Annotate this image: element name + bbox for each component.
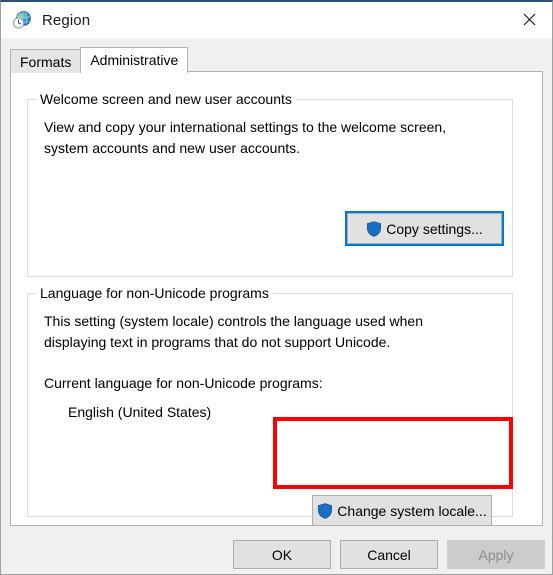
current-language-value: English (United States) bbox=[68, 404, 212, 420]
welcome-screen-description: View and copy your international setting… bbox=[44, 119, 447, 156]
cancel-button[interactable]: Cancel bbox=[340, 540, 438, 569]
tab-strip: Formats Administrative bbox=[10, 46, 189, 73]
uac-shield-icon bbox=[318, 502, 333, 519]
ok-button[interactable]: OK bbox=[233, 540, 331, 569]
tab-administrative-label: Administrative bbox=[90, 52, 179, 68]
change-system-locale-button[interactable]: Change system locale... bbox=[312, 495, 492, 526]
copy-settings-button-label: Copy settings... bbox=[386, 220, 483, 237]
group-language-non-unicode: Language for non-Unicode programs This s… bbox=[27, 285, 513, 526]
tab-administrative[interactable]: Administrative bbox=[80, 47, 189, 73]
uac-shield-icon bbox=[367, 220, 382, 237]
group-welcome-screen: Welcome screen and new user accounts Vie… bbox=[27, 91, 513, 277]
current-language-label: Current language for non-Unicode program… bbox=[44, 375, 323, 391]
tab-formats-label: Formats bbox=[20, 54, 72, 70]
cancel-button-label: Cancel bbox=[367, 546, 411, 563]
title-bar: Region bbox=[1, 2, 552, 38]
ok-button-label: OK bbox=[271, 546, 293, 563]
change-system-locale-button-label: Change system locale... bbox=[337, 502, 487, 519]
group-language-legend: Language for non-Unicode programs bbox=[36, 285, 273, 301]
language-description: This setting (system locale) controls th… bbox=[44, 313, 423, 350]
copy-settings-button[interactable]: Copy settings... bbox=[345, 211, 504, 246]
apply-button: Apply bbox=[447, 540, 545, 569]
region-globe-clock-icon bbox=[12, 10, 32, 30]
apply-button-label: Apply bbox=[478, 546, 514, 563]
tab-formats[interactable]: Formats bbox=[10, 49, 82, 73]
close-x-glyph bbox=[523, 13, 535, 26]
group-welcome-screen-legend: Welcome screen and new user accounts bbox=[36, 91, 296, 107]
region-dialog-window: Region Formats Administrative Welcome sc… bbox=[0, 0, 553, 575]
window-title: Region bbox=[42, 11, 91, 29]
close-icon[interactable] bbox=[506, 2, 552, 37]
administrative-tab-page: Welcome screen and new user accounts Vie… bbox=[10, 71, 543, 526]
